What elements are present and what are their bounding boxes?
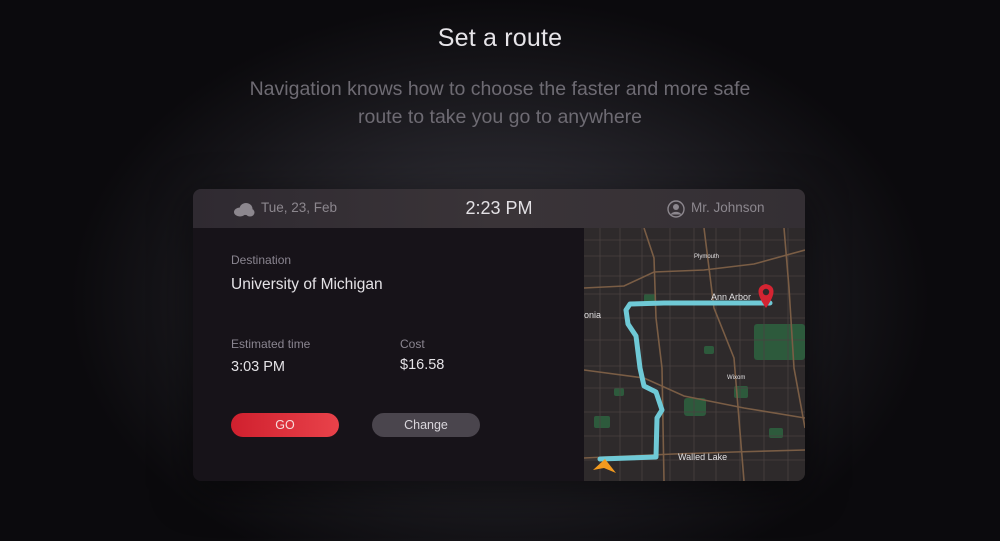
map-label-walled-lake: Walled Lake <box>678 452 728 462</box>
trip-info: Destination University of Michigan Estim… <box>193 228 584 481</box>
navigation-panel: Tue, 23, Feb 2:23 PM Mr. Johnson Destina… <box>193 189 805 481</box>
page-subtitle: Navigation knows how to choose the faste… <box>249 78 751 128</box>
page-background: Set a route Navigation knows how to choo… <box>0 0 1000 541</box>
status-bar: Tue, 23, Feb 2:23 PM Mr. Johnson <box>193 189 805 228</box>
map-label-livonia: onia <box>584 310 602 320</box>
map-canvas <box>584 228 805 481</box>
cost-label: Cost <box>400 337 425 351</box>
destination-value: University of Michigan <box>231 276 383 293</box>
user-avatar-icon[interactable] <box>667 200 685 218</box>
current-location-arrow-icon <box>593 459 616 473</box>
user-name[interactable]: Mr. Johnson <box>691 200 765 215</box>
map-label-plymouth: Plymouth <box>694 254 720 260</box>
eta-label: Estimated time <box>231 337 311 351</box>
map-label-wixom: Wixom <box>727 375 746 381</box>
cost-value: $16.58 <box>400 357 445 373</box>
change-route-button[interactable]: Change <box>372 413 480 437</box>
page-title: Set a route <box>437 24 563 52</box>
route-map[interactable]: Plymouth Ann Arbor onia Wixom Walled Lak… <box>584 228 805 481</box>
map-label-ann-arbor: Ann Arbor <box>711 292 752 302</box>
destination-label: Destination <box>231 253 292 267</box>
go-button[interactable]: GO <box>231 413 339 437</box>
eta-value: 3:03 PM <box>231 359 285 375</box>
